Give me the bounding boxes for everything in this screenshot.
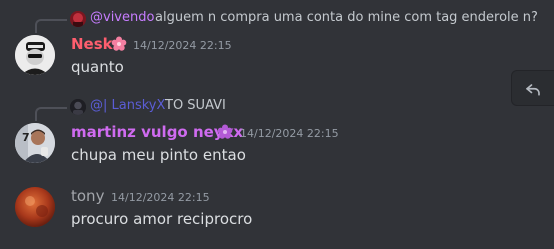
- author-name[interactable]: tony: [71, 187, 104, 205]
- message-content: procuro amor reciprocro: [71, 210, 253, 228]
- avatar[interactable]: [15, 187, 55, 227]
- timestamp[interactable]: 14/12/2024 22:15: [240, 127, 339, 140]
- reply-preview-text[interactable]: alguem n compra uma conta do mine com ta…: [155, 10, 538, 25]
- author-name[interactable]: Nesk: [71, 35, 113, 53]
- flower-badge-icon[interactable]: [217, 124, 233, 140]
- reply-button[interactable]: [511, 70, 554, 106]
- reply-preview-text[interactable]: TO SUAVI: [165, 98, 226, 113]
- reply-author-name[interactable]: @| LanskyX: [90, 98, 165, 113]
- avatar[interactable]: [15, 35, 55, 75]
- message-content: chupa meu pinto entao: [71, 146, 246, 164]
- avatar[interactable]: 7: [15, 123, 55, 163]
- reply-author-name[interactable]: @vivendo: [90, 10, 154, 25]
- svg-text:7: 7: [22, 131, 30, 144]
- timestamp[interactable]: 14/12/2024 22:15: [133, 39, 232, 52]
- reply-spine: [35, 107, 67, 121]
- reply-arrow-icon: [526, 84, 540, 96]
- reply-avatar-vivendo[interactable]: [70, 11, 86, 27]
- flower-badge-icon[interactable]: [111, 36, 127, 52]
- reply-spine: [35, 19, 67, 33]
- reply-avatar-lanskyx[interactable]: [70, 99, 86, 115]
- timestamp[interactable]: 14/12/2024 22:15: [111, 191, 210, 204]
- message-content: quanto: [71, 58, 124, 76]
